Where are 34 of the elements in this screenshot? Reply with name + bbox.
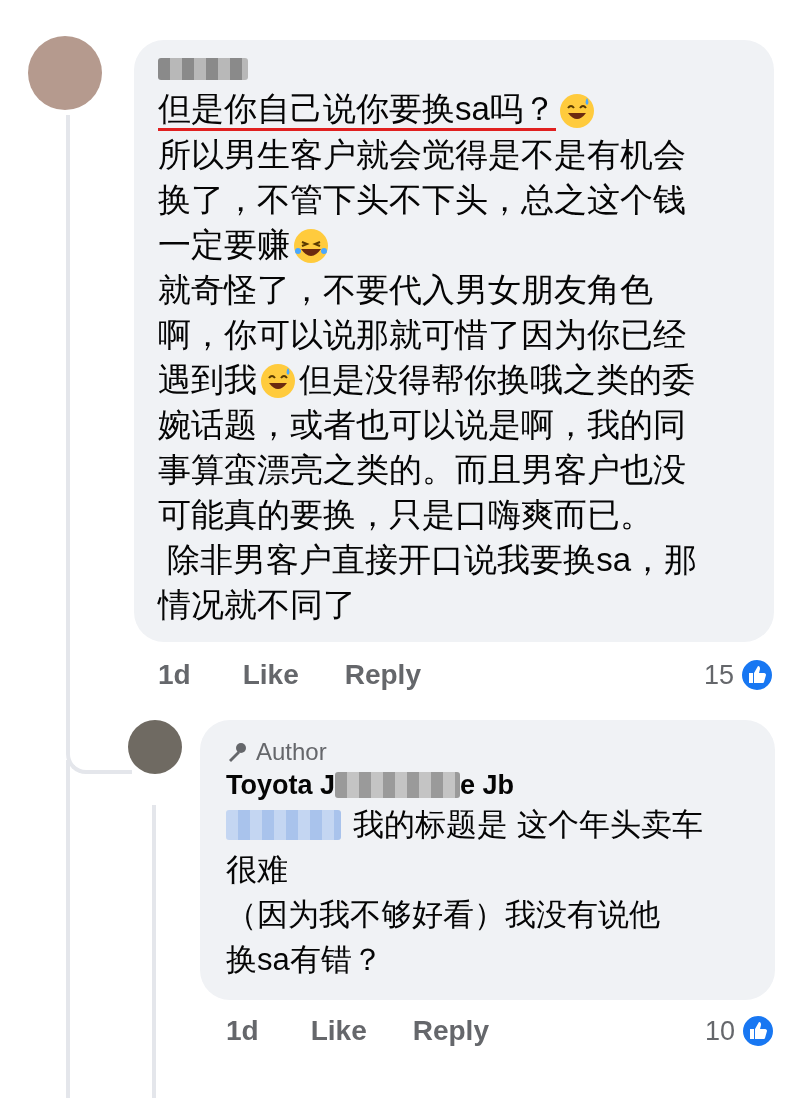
comment-text: 换sa有错？	[226, 940, 383, 979]
like-link[interactable]: Like	[310, 1015, 367, 1047]
comment-text: （因为我不够好看）我没有说他	[226, 895, 660, 934]
comment-text: 啊，你可以说那就可惜了因为你已经	[158, 315, 686, 355]
reply-link[interactable]: Reply	[412, 1015, 489, 1047]
comment-text: 情况就不同了	[158, 585, 356, 625]
comment-time: 1d	[158, 659, 191, 691]
sweat-smile-emoji-icon	[259, 361, 297, 400]
like-reaction-icon[interactable]	[740, 658, 774, 692]
comment-text: 就奇怪了，不要代入男女朋友角色	[158, 270, 653, 310]
author-label: Author	[256, 738, 327, 766]
comment-text: 换了，不管下头不下头，总之这个钱	[158, 180, 686, 220]
comment-text: 可能真的要换，只是口嗨爽而已。	[158, 495, 653, 535]
comment-text: 一定要赚	[158, 225, 290, 265]
comment-text: 遇到我	[158, 360, 257, 400]
author-name[interactable]: e Jb	[460, 769, 515, 801]
reaction-count: 10	[704, 1015, 735, 1047]
sweat-smile-emoji-icon	[557, 91, 596, 130]
author-name[interactable]: Toyota J	[226, 769, 335, 801]
comment-time: 1d	[226, 1015, 259, 1047]
comment-text: 所以男生客户就会觉得是不是有机会	[158, 135, 686, 175]
comment-text: 但是没得帮你换哦之类的委	[299, 360, 695, 400]
like-link[interactable]: Like	[242, 659, 299, 691]
reaction-count: 15	[703, 659, 734, 691]
comment-text: 我的标题是 这个年头卖车	[353, 805, 703, 844]
avatar-photo-placeholder[interactable]	[128, 720, 182, 774]
comment-text: 但是你自己说你要换sa吗？	[158, 90, 556, 131]
comment-text: 很难	[226, 850, 288, 889]
reply-link[interactable]: Reply	[344, 659, 421, 691]
like-reaction-icon[interactable]	[741, 1014, 775, 1048]
laughing-tears-emoji-icon	[292, 226, 330, 265]
comment-text: 婉话题，或者也可以说是啊，我的同	[158, 405, 686, 445]
comment-text: 除非男客户直接开口说我要换sa，那	[166, 540, 698, 580]
comment-text: 事算蛮漂亮之类的。而且男客户也没	[158, 450, 686, 490]
